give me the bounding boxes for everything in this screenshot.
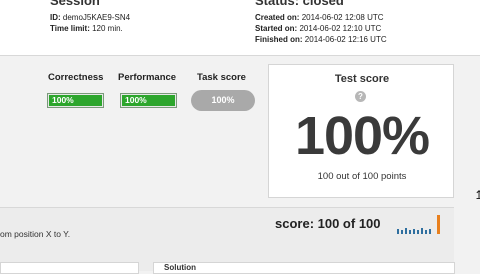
created-on: Created on: 2014-06-02 12:08 UTC xyxy=(255,13,384,22)
task-score-summary: score: 100 of 100 xyxy=(275,216,381,231)
help-icon[interactable]: ? xyxy=(355,91,366,102)
correctness-label: Correctness xyxy=(48,72,104,83)
test-score-value: 100% xyxy=(294,106,430,166)
started-on: Started on: 2014-06-02 12:10 UTC xyxy=(255,24,382,33)
session-heading: Session xyxy=(50,0,100,8)
task-content-card xyxy=(0,262,139,274)
solution-card xyxy=(153,262,455,274)
task-score-badge: 100% xyxy=(191,90,255,111)
timeline-sparkline xyxy=(397,215,440,234)
finished-on-value: 2014-06-02 12:16 UTC xyxy=(304,35,387,44)
solution-label: Solution xyxy=(164,263,196,272)
spark-bar xyxy=(397,229,399,234)
session-id-value: demoJ5KAE9-SN4 xyxy=(62,13,131,22)
task-description: om position X to Y. xyxy=(0,229,71,239)
correctness-bar: 100% xyxy=(47,93,104,108)
spark-bar xyxy=(417,230,419,234)
spark-bar xyxy=(409,230,411,234)
performance-label: Performance xyxy=(118,72,177,83)
correctness-bar-fill: 100% xyxy=(49,95,102,106)
task-score-label: Task score xyxy=(197,72,246,83)
session-id: ID: demoJ5KAE9-SN4 xyxy=(50,13,131,22)
started-on-value: 2014-06-02 12:10 UTC xyxy=(299,24,382,33)
mouse-cursor-icon: ↥ xyxy=(474,188,480,202)
spark-bar xyxy=(421,228,423,234)
time-limit-value: 120 min. xyxy=(92,24,123,33)
spark-bar xyxy=(401,230,403,234)
test-score-title: Test score xyxy=(334,73,390,85)
test-score-points: 100 out of 100 points xyxy=(317,171,407,182)
spark-bar-final xyxy=(437,215,440,234)
performance-bar-fill: 100% xyxy=(122,95,175,106)
spark-bar xyxy=(405,228,407,234)
status-heading: Status: closed xyxy=(255,0,344,8)
spark-bar xyxy=(429,229,431,234)
spark-bar xyxy=(413,229,415,234)
performance-bar: 100% xyxy=(120,93,177,108)
session-time-limit: Time limit: 120 min. xyxy=(50,24,123,33)
spark-bar xyxy=(425,230,427,234)
test-score-card: Test score ? 100% 100 out of 100 points xyxy=(268,64,454,198)
created-on-value: 2014-06-02 12:08 UTC xyxy=(301,13,384,22)
finished-on: Finished on: 2014-06-02 12:16 UTC xyxy=(255,35,387,44)
